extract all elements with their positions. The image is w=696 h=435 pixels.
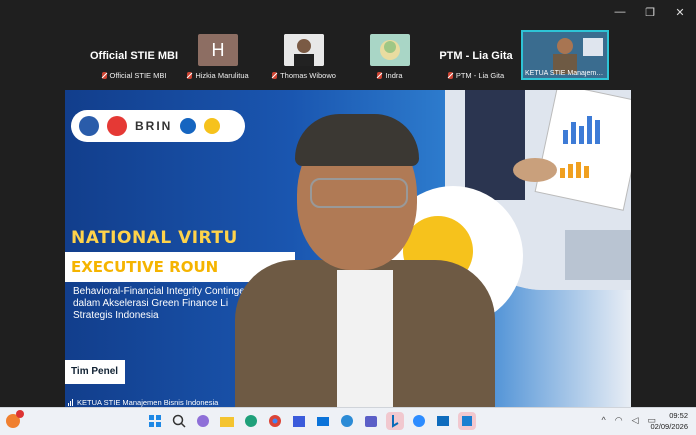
mail-icon[interactable] — [314, 412, 332, 430]
snipping-tool-icon[interactable] — [458, 412, 476, 430]
participant-name: Official STIE MBI — [89, 50, 178, 62]
globe-avatar-icon — [380, 40, 400, 60]
notification-badge — [16, 410, 24, 418]
signal-icon — [68, 399, 73, 406]
speaker-glasses — [310, 178, 408, 208]
team-label-box: Tim Penel — [65, 360, 125, 384]
ministry-logo-icon — [79, 116, 99, 136]
slide-title: NATIONAL VIRTU — [71, 228, 238, 248]
clock[interactable]: 09:52 02/09/2026 — [650, 410, 688, 432]
slide-subtitle-title: EXECUTIVE ROUN — [71, 258, 219, 276]
search-icon[interactable] — [170, 412, 188, 430]
participant-tile[interactable]: Indra — [344, 34, 436, 80]
zoom-icon[interactable] — [410, 412, 428, 430]
participant-label-text: Hizkia Marulitua — [195, 71, 249, 80]
mic-muted-icon — [101, 72, 107, 79]
logo-bar: BRIN — [71, 110, 245, 142]
participant-label-text: Official STIE MBI — [109, 71, 167, 80]
slide-description: Behavioral-Financial Integrity Continge … — [73, 286, 245, 321]
start-icon[interactable] — [146, 412, 164, 430]
system-tray: ^ ◠ ◁ ▭ — [601, 415, 656, 426]
partner-logo-icon — [204, 118, 221, 134]
participant-strip: Official STIE MBI Official STIE MBI H Hi… — [0, 30, 696, 80]
mic-muted-icon — [272, 72, 278, 79]
minimize-button[interactable]: — — [614, 6, 626, 19]
brin-logo-text: BRIN — [135, 119, 173, 133]
avatar — [370, 34, 410, 66]
mic-muted-icon — [187, 72, 193, 79]
edge-icon[interactable] — [242, 412, 260, 430]
avatar: H — [198, 34, 238, 66]
chrome-icon[interactable] — [266, 412, 284, 430]
copilot-icon[interactable] — [194, 412, 212, 430]
participant-label-text: Indra — [385, 71, 403, 80]
caption-text: KETUA STIE Manajemen Bisnis Indonesia — [77, 398, 219, 407]
browser-icon[interactable] — [338, 412, 356, 430]
active-speaker-tile[interactable]: KETUA STIE Manajemen B... — [521, 30, 609, 80]
main-video[interactable]: BRIN NATIONAL VIRTU EXECUTIVE ROUN Behav… — [65, 90, 631, 408]
volume-icon[interactable]: ◁ — [632, 415, 639, 426]
taskbar: ^ ◠ ◁ ▭ 09:52 02/09/2026 — [0, 407, 696, 435]
outlook-icon[interactable] — [434, 412, 452, 430]
participant-label: Indra — [344, 71, 436, 80]
bing-icon[interactable] — [386, 412, 404, 430]
participant-tile[interactable]: Thomas Wibowo — [258, 34, 350, 80]
participant-label-text: PTM - Lia Gita — [455, 71, 505, 80]
notification-button[interactable] — [6, 410, 24, 430]
wifi-icon[interactable]: ◠ — [615, 415, 623, 426]
participant-label-text: Thomas Wibowo — [280, 71, 336, 80]
mic-muted-icon — [377, 72, 383, 79]
brin-logo-icon — [107, 116, 127, 136]
mic-muted-icon — [447, 72, 453, 79]
participant-label: Hizkia Marulitua — [172, 71, 264, 80]
team-label: Tim Penel — [71, 366, 119, 377]
speaker-hair — [295, 114, 419, 166]
clock-time: 09:52 — [669, 411, 688, 420]
participant-label: PTM - Lia Gita — [430, 71, 522, 80]
clock-date: 02/09/2026 — [650, 422, 688, 431]
participant-label: Official STIE MBI — [86, 71, 182, 80]
taskbar-apps — [146, 412, 476, 430]
file-explorer-icon[interactable] — [218, 412, 236, 430]
window-controls: — ❐ ✕ — [614, 6, 686, 19]
participant-name: PTM - Lia Gita — [439, 50, 513, 62]
maximize-button[interactable]: ❐ — [644, 6, 656, 19]
speaker-shirt — [337, 270, 393, 408]
participant-tile[interactable]: H Hizkia Marulitua — [172, 34, 264, 80]
person-avatar-icon — [284, 34, 324, 66]
participant-label: Thomas Wibowo — [258, 71, 350, 80]
close-button[interactable]: ✕ — [674, 6, 686, 19]
main-video-caption: KETUA STIE Manajemen Bisnis Indonesia — [68, 398, 218, 407]
store-icon[interactable] — [290, 412, 308, 430]
tray-chevron-icon[interactable]: ^ — [601, 415, 605, 426]
bjma-logo-icon — [180, 118, 197, 134]
avatar — [284, 34, 324, 66]
active-speaker-label: KETUA STIE Manajemen B... — [525, 70, 605, 77]
speaker-person — [235, 114, 495, 408]
participant-tile[interactable]: PTM - Lia Gita PTM - Lia Gita — [430, 34, 522, 80]
participant-tile[interactable]: Official STIE MBI Official STIE MBI — [86, 34, 182, 80]
teams-icon[interactable] — [362, 412, 380, 430]
